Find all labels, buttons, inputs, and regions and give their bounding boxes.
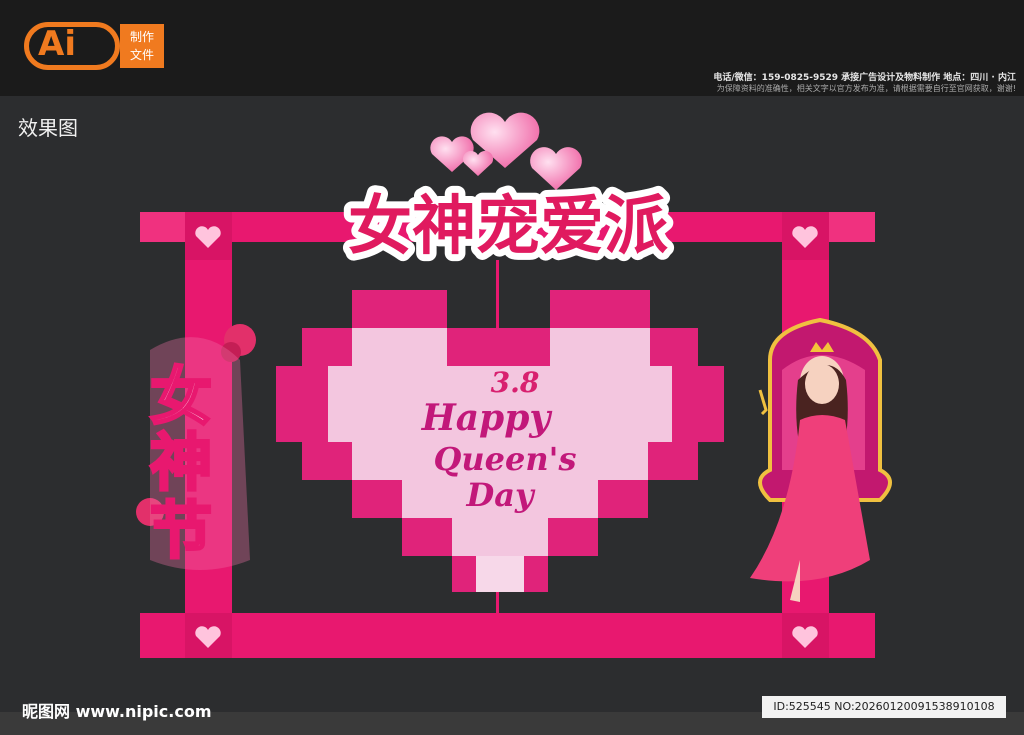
queen-illustration bbox=[750, 317, 892, 602]
wine-glass-icon bbox=[758, 389, 768, 416]
ai-file-logo: Ai 制作 文件 bbox=[24, 22, 164, 74]
queens-text: Queen's bbox=[434, 440, 577, 478]
ai-logo-box-line2: 文件 bbox=[129, 48, 154, 62]
artwork-canvas: 3.8 Happy Queen's Day 女神宠爱派 女神宠爱派 女 神 节 bbox=[136, 112, 892, 658]
notice-text: 为保障资料的准确性，相关文字以官方发布为准，请根据需要自行至官网获取，谢谢! bbox=[716, 84, 1016, 93]
title-text: 女神宠爱派 bbox=[348, 190, 668, 264]
date-text: 3.8 bbox=[491, 366, 540, 399]
main-title: 女神宠爱派 女神宠爱派 bbox=[341, 183, 675, 271]
hanging-line-top bbox=[496, 260, 499, 328]
ai-logo-box: 制作 文件 bbox=[120, 24, 164, 68]
contact-info: 电话/微信：159-0825-9529 承接广告设计及物料制作 地点：四川 · … bbox=[713, 73, 1016, 83]
watermark: 昵图网 www.nipic.com bbox=[22, 702, 212, 721]
day-text: Day bbox=[465, 476, 535, 514]
heart-balloons bbox=[430, 112, 582, 190]
side-char-2: 神 bbox=[150, 426, 212, 499]
side-char-3: 节 bbox=[150, 494, 212, 567]
side-char-1: 女 bbox=[150, 360, 212, 433]
happy-text: Happy bbox=[421, 397, 553, 439]
hanging-line-bottom bbox=[496, 590, 499, 614]
ai-logo-box-line1: 制作 bbox=[129, 30, 154, 44]
corner-heart-bl-icon bbox=[185, 613, 232, 658]
top-bar: Ai 制作 文件 电话/微信：159-0825-9529 承接广告设计及物料制作… bbox=[0, 0, 1024, 96]
side-calligraphy: 女 神 节 bbox=[136, 324, 256, 570]
image-id-label: ID:525545 NO:20260120091538910108 bbox=[762, 696, 1006, 718]
corner-heart-tl-icon bbox=[185, 212, 232, 260]
ai-logo-text: Ai bbox=[38, 24, 76, 64]
corner-heart-tr-icon bbox=[782, 212, 829, 260]
corner-heart-br-icon bbox=[782, 613, 829, 658]
